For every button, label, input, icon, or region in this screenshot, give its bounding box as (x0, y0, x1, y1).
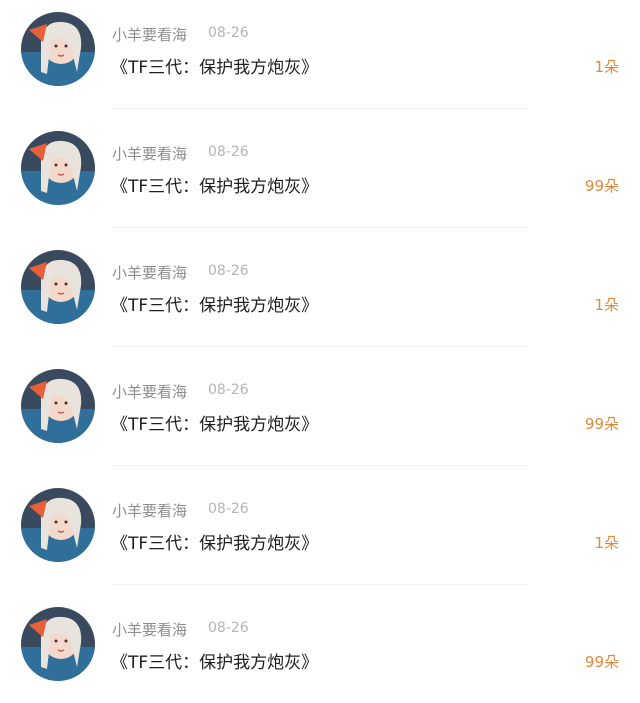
flower-count: 1朵 (594, 534, 619, 552)
post-date: 08-26 (208, 501, 249, 517)
post-date: 08-26 (208, 25, 249, 41)
divider (112, 584, 528, 585)
post-date: 08-26 (208, 263, 249, 279)
list-item[interactable]: 小羊要看海 08-26 《TF三代：保护我方炮灰》 1朵 (0, 0, 640, 119)
list-item[interactable]: 小羊要看海 08-26 《TF三代：保护我方炮灰》 1朵 (0, 476, 640, 595)
book-title[interactable]: 《TF三代：保护我方炮灰》 (111, 172, 318, 197)
user-avatar[interactable] (21, 131, 95, 205)
avatar-photo-icon (21, 131, 95, 205)
divider (112, 108, 528, 109)
avatar-photo-icon (21, 12, 95, 86)
book-title[interactable]: 《TF三代：保护我方炮灰》 (111, 529, 318, 554)
username[interactable]: 小羊要看海 (112, 500, 187, 521)
username[interactable]: 小羊要看海 (112, 262, 187, 283)
list-item[interactable]: 小羊要看海 08-26 《TF三代：保护我方炮灰》 99朵 (0, 357, 640, 476)
username[interactable]: 小羊要看海 (112, 24, 187, 45)
username[interactable]: 小羊要看海 (112, 143, 187, 164)
list-item[interactable]: 小羊要看海 08-26 《TF三代：保护我方炮灰》 99朵 (0, 595, 640, 703)
book-title[interactable]: 《TF三代：保护我方炮灰》 (111, 410, 318, 435)
list-item[interactable]: 小羊要看海 08-26 《TF三代：保护我方炮灰》 1朵 (0, 238, 640, 357)
flower-count: 1朵 (594, 58, 619, 76)
avatar-photo-icon (21, 369, 95, 443)
divider (112, 227, 528, 228)
avatar-photo-icon (21, 250, 95, 324)
post-date: 08-26 (208, 144, 249, 160)
book-title[interactable]: 《TF三代：保护我方炮灰》 (111, 648, 318, 673)
user-avatar[interactable] (21, 488, 95, 562)
avatar-photo-icon (21, 488, 95, 562)
user-avatar[interactable] (21, 607, 95, 681)
gift-record-list: 小羊要看海 08-26 《TF三代：保护我方炮灰》 1朵 小羊要看海 08-26… (0, 0, 640, 703)
book-title[interactable]: 《TF三代：保护我方炮灰》 (111, 291, 318, 316)
flower-count: 99朵 (584, 653, 619, 671)
list-item[interactable]: 小羊要看海 08-26 《TF三代：保护我方炮灰》 99朵 (0, 119, 640, 238)
avatar-photo-icon (21, 607, 95, 681)
post-date: 08-26 (208, 620, 249, 636)
user-avatar[interactable] (21, 369, 95, 443)
book-title[interactable]: 《TF三代：保护我方炮灰》 (111, 53, 318, 78)
divider (112, 465, 528, 466)
flower-count: 99朵 (584, 415, 619, 433)
divider (112, 346, 528, 347)
username[interactable]: 小羊要看海 (112, 619, 187, 640)
user-avatar[interactable] (21, 12, 95, 86)
username[interactable]: 小羊要看海 (112, 381, 187, 402)
flower-count: 1朵 (594, 296, 619, 314)
flower-count: 99朵 (584, 177, 619, 195)
post-date: 08-26 (208, 382, 249, 398)
user-avatar[interactable] (21, 250, 95, 324)
